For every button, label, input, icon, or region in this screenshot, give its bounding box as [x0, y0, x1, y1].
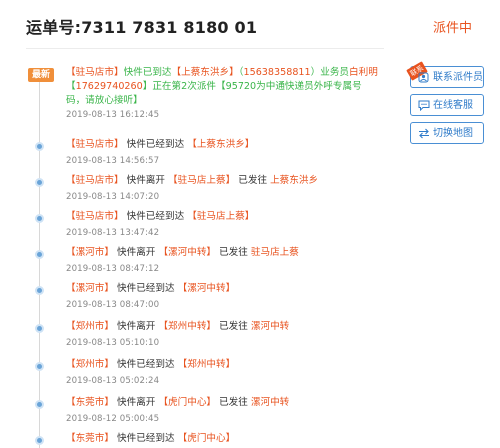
event-text-segment: 已发往 [216, 321, 251, 332]
event-text-segment: 漯河中转 [250, 397, 290, 408]
timeline-line [39, 80, 40, 448]
timeline-dot [35, 286, 44, 295]
event-text-segment: 【驻马店上蔡】 [187, 211, 255, 222]
event-text-segment: 【漯河市】 [66, 247, 114, 258]
event-text-segment: 快件离开 [113, 321, 159, 332]
event-description: 【郑州市】 快件已经到达 【郑州中转】 [66, 358, 386, 372]
event-text-segment: 15638358811 [243, 67, 311, 78]
online-service-label: 在线客服 [433, 100, 473, 111]
contact-courier-label: 联系派件员 [433, 72, 483, 83]
event-time: 2019-08-13 08:47:12 [66, 264, 160, 274]
tracking-timeline: 最新 【驻马店市】快件已到达【上蔡东洪乡】（15638358811）业务员白利明… [26, 58, 386, 448]
event-description: 【驻马店市】快件已到达【上蔡东洪乡】（15638358811）业务员白利明【17… [66, 66, 378, 108]
event-time: 2019-08-13 08:47:00 [66, 300, 160, 310]
event-time: 2019-08-13 13:47:42 [66, 228, 160, 238]
timeline-dot [35, 142, 44, 151]
event-text-segment: 【虎门中心】 [177, 433, 236, 444]
event-time: 2019-08-13 05:02:24 [66, 376, 160, 386]
event-text-segment: 【漯河中转】 [158, 247, 217, 258]
delivery-status: 派件中 [432, 21, 472, 36]
event-time: 2019-08-13 05:10:10 [66, 338, 160, 348]
timeline-dot [35, 362, 44, 371]
header-divider [26, 48, 384, 49]
event-text-segment: 漯河中转 [250, 321, 290, 332]
switch-map-button[interactable]: 切换地图 [410, 122, 484, 144]
event-text-segment: 】正在第2次派件【 [142, 81, 226, 92]
event-text-segment: 【上蔡东洪乡】 [187, 139, 255, 150]
event-text-segment: 【东莞市】 [66, 397, 114, 408]
event-text-segment: 17629740260 [75, 81, 143, 92]
event-description: 【东莞市】 快件离开 【虎门中心】 已发往 漯河中转 [66, 396, 386, 410]
event-text-segment: 快件已到达 [123, 67, 172, 78]
chat-icon [418, 100, 430, 111]
event-text-segment: 【驻马店上蔡】 [168, 175, 236, 186]
timeline-dot [35, 178, 44, 187]
event-text-segment: 快件离开 [113, 247, 159, 258]
timeline-dot [35, 250, 44, 259]
event-text-segment: 驻马店上蔡 [250, 247, 299, 258]
event-text-segment: 【东莞市】 [66, 433, 114, 444]
event-text-segment: 【驻马店市】 [66, 67, 124, 78]
event-text-segment: 【驻马店市】 [66, 139, 124, 150]
event-text-segment: 快件已经到达 [113, 433, 178, 444]
event-time: 2019-08-13 16:12:45 [66, 110, 160, 120]
event-description: 【漯河市】 快件已经到达 【漯河中转】 [66, 282, 386, 296]
event-text-segment: 【郑州市】 [66, 359, 114, 370]
online-service-button[interactable]: 在线客服 [410, 94, 484, 116]
event-text-segment: 【漯河市】 [66, 283, 114, 294]
event-description: 【驻马店市】 快件离开 【驻马店上蔡】 已发往 上蔡东洪乡 [66, 174, 386, 188]
event-text-segment: 已发往 [216, 397, 251, 408]
event-text-segment: 快件离开 [113, 397, 159, 408]
side-actions: 联系 联系派件员 在线客服 切换地图 [406, 61, 486, 150]
event-text-segment: 【郑州中转】 [177, 359, 236, 370]
event-time: 2019-08-12 05:00:45 [66, 414, 160, 424]
header: 运单号:7311 7831 8180 01 派件中 [0, 0, 500, 48]
event-text-segment: 【上蔡东洪乡】 [171, 67, 239, 78]
event-text-segment: 白利明 [349, 67, 378, 78]
timeline-dot [35, 214, 44, 223]
event-text-segment: 快件已经到达 [123, 139, 188, 150]
latest-badge: 最新 [28, 68, 54, 82]
event-text-segment: 快件已经到达 [123, 211, 188, 222]
event-text-segment: 【 [66, 81, 76, 92]
event-time: 2019-08-13 14:07:20 [66, 192, 160, 202]
timeline-dot [35, 400, 44, 409]
event-text-segment: 【虎门中心】 [158, 397, 217, 408]
timeline-dot [35, 324, 44, 333]
event-text-segment: 已发往 [235, 175, 271, 186]
event-text-segment: ，请放心接听】 [75, 95, 143, 106]
event-text-segment: 【漯河中转】 [177, 283, 236, 294]
event-text-segment: 【郑州市】 [66, 321, 114, 332]
event-text-segment: 上蔡东洪乡 [270, 175, 319, 186]
event-text-segment: 【驻马店市】 [66, 211, 124, 222]
event-description: 【东莞市】 快件已经到达 【虎门中心】 [66, 432, 386, 446]
event-text-segment: 快件已经到达 [113, 283, 178, 294]
event-description: 【漯河市】 快件离开 【漯河中转】 已发往 驻马店上蔡 [66, 246, 386, 260]
phone-contact-icon [418, 72, 429, 83]
waybill-number: 运单号:7311 7831 8180 01 [26, 18, 258, 37]
event-text-segment: 已发往 [216, 247, 251, 258]
event-text-segment: 快件离开 [123, 175, 169, 186]
event-description: 【驻马店市】 快件已经到达 【上蔡东洪乡】 [66, 138, 386, 152]
switch-arrows-icon [419, 128, 429, 139]
event-text-segment: ）业务员 [310, 67, 350, 78]
switch-map-label: 切换地图 [433, 128, 473, 139]
event-text-segment: 快件已经到达 [113, 359, 178, 370]
event-time: 2019-08-13 14:56:57 [66, 156, 160, 166]
event-text-segment: 【郑州中转】 [158, 321, 217, 332]
event-text-segment: 【驻马店市】 [66, 175, 124, 186]
timeline-dot [35, 436, 44, 445]
contact-courier-button[interactable]: 联系 联系派件员 [406, 61, 484, 88]
event-description: 【驻马店市】 快件已经到达 【驻马店上蔡】 [66, 210, 386, 224]
event-description: 【郑州市】 快件离开 【郑州中转】 已发往 漯河中转 [66, 320, 386, 334]
